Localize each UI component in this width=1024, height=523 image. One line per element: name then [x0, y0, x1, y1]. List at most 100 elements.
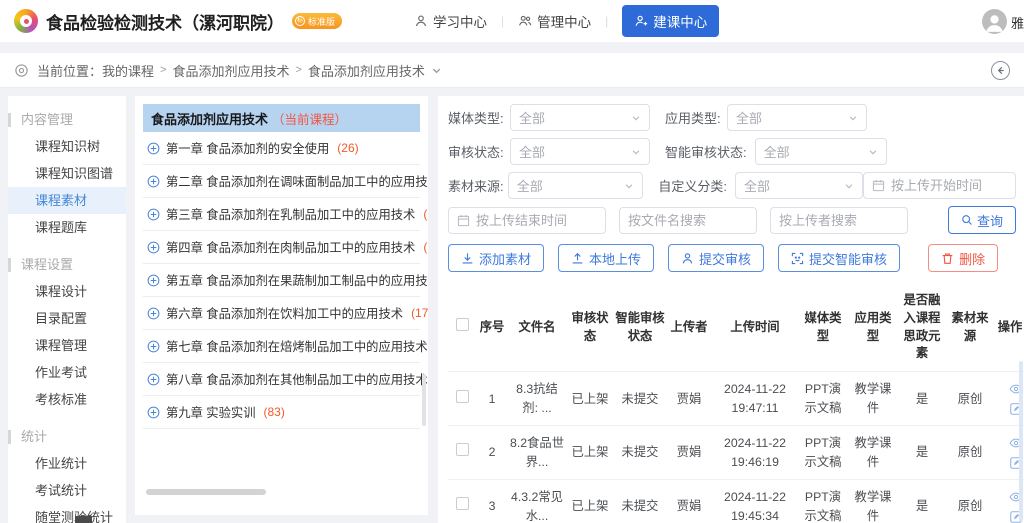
horizontal-scrollbar[interactable] — [146, 489, 266, 495]
row-checkbox[interactable] — [456, 497, 469, 510]
badge-medal-icon: 标 — [295, 16, 305, 26]
expand-plus-icon[interactable] — [147, 340, 160, 353]
nav-manage-center[interactable]: 管理中心 — [518, 11, 591, 31]
app-title: 食品检验检测技术（漯河职院） — [46, 9, 284, 34]
vertical-scrollbar[interactable] — [422, 374, 426, 426]
local-upload-button[interactable]: 本地上传 — [558, 244, 654, 272]
review-status-select[interactable]: 全部 — [510, 138, 650, 165]
media-type-select[interactable]: 全部 — [510, 104, 650, 131]
calendar-icon — [872, 179, 885, 192]
expand-plus-icon[interactable] — [147, 307, 160, 320]
cell-ideology: 是 — [898, 372, 946, 426]
select-all-checkbox[interactable] — [456, 318, 469, 331]
vertical-scrollbar[interactable] — [1019, 361, 1023, 521]
chapter-item-8[interactable]: 第八章 食品添加剂在其他制品加工中的应用技术 (114) — [143, 363, 420, 396]
download-icon — [461, 252, 474, 265]
expand-plus-icon[interactable] — [147, 274, 160, 287]
cell-review-status: 已上架 — [566, 426, 614, 480]
chapter-item-6[interactable]: 第六章 食品添加剂在饮料加工中的应用技术 (179) — [143, 297, 420, 330]
back-button[interactable] — [991, 61, 1010, 80]
upload-start-date-input[interactable] — [863, 172, 1016, 199]
filter-label-app-type: 应用类型: — [665, 108, 727, 127]
face-scan-icon — [791, 252, 804, 265]
cell-filename[interactable]: 4.3.2常见水... — [508, 480, 566, 523]
chevron-down-icon — [631, 113, 641, 123]
chevron-down-icon — [631, 147, 641, 157]
avatar[interactable] — [982, 9, 1007, 34]
sidebar-item-course-management[interactable]: 课程管理 — [8, 332, 126, 359]
user-name: 雅 — [1011, 13, 1024, 32]
sidebar-item-knowledge-graph[interactable]: 课程知识图谱 — [8, 160, 126, 187]
cell-app-type: 教学课件 — [848, 426, 898, 480]
sidebar-section-statistics: 统计 — [8, 430, 126, 444]
custom-category-select[interactable]: 全部 — [735, 172, 863, 199]
submit-review-button[interactable]: 提交审核 — [668, 244, 764, 272]
sidebar-item-exam-stats[interactable]: 考试统计 — [8, 477, 126, 504]
current-course-header[interactable]: 食品添加剂应用技术 （当前课程） — [143, 104, 420, 132]
breadcrumb-prefix: 当前位置： — [37, 61, 102, 80]
breadcrumb-chevron-down-icon[interactable] — [431, 65, 442, 76]
nav-divider: | — [605, 14, 608, 28]
chapter-item-4[interactable]: 第四章 食品添加剂在肉制品加工中的应用技术 (79) — [143, 231, 420, 264]
manage-center-icon — [518, 14, 532, 28]
chapter-item-1[interactable]: 第一章 食品添加剂的安全使用 (26) — [143, 132, 420, 165]
expand-plus-icon[interactable] — [147, 175, 160, 188]
sidebar-item-course-design[interactable]: 课程设计 — [8, 278, 126, 305]
sidebar-item-catalog-config[interactable]: 目录配置 — [8, 305, 126, 332]
row-checkbox[interactable] — [456, 390, 469, 403]
calendar-icon — [457, 214, 470, 227]
breadcrumb-item-my-courses[interactable]: 我的课程 — [102, 61, 154, 80]
row-checkbox[interactable] — [456, 443, 469, 456]
cell-smart-review: 未提交 — [614, 426, 666, 480]
col-header-media-type: 媒体类型 — [798, 284, 848, 372]
breadcrumb-item-course[interactable]: 食品添加剂应用技术 — [172, 61, 289, 80]
sidebar-item-quiz-stats[interactable]: 随堂测验统计 — [8, 504, 126, 523]
expand-plus-icon[interactable] — [147, 142, 160, 155]
learning-center-icon — [414, 14, 428, 28]
sidebar-item-course-materials[interactable]: 课程素材 — [8, 187, 126, 214]
materials-panel: 媒体类型: 全部 应用类型: 全部 审核状态: 全部 智能审核状态: 全部 素材… — [438, 96, 1024, 523]
chapter-item-3[interactable]: 第三章 食品添加剂在乳制品加工中的应用技术 (122) — [143, 198, 420, 231]
query-button[interactable]: 查询 — [948, 206, 1016, 234]
delete-button[interactable]: 删除 — [928, 244, 998, 272]
breadcrumb-bar: 当前位置： 我的课程 > 食品添加剂应用技术 > 食品添加剂应用技术 — [0, 52, 1024, 88]
material-source-select[interactable]: 全部 — [508, 172, 644, 199]
cell-smart-review: 未提交 — [614, 372, 666, 426]
cell-app-type: 教学课件 — [848, 372, 898, 426]
clipped-element — [75, 516, 92, 523]
material-count: (26) — [337, 141, 358, 155]
expand-plus-icon[interactable] — [147, 241, 160, 254]
top-bar: 食品检验检测技术（漯河职院） 标 标准版 学习中心 | 管理中心 | 建课中心 … — [0, 0, 1024, 42]
cell-filename[interactable]: 8.3抗结剂: ... — [508, 372, 566, 426]
person-check-icon — [681, 252, 694, 265]
chapter-item-9[interactable]: 第九章 实验实训 (83) — [143, 396, 420, 429]
sidebar-item-assessment-standard[interactable]: 考核标准 — [8, 386, 126, 413]
sidebar-item-homework-stats[interactable]: 作业统计 — [8, 450, 126, 477]
upload-end-date-input[interactable] — [448, 207, 606, 234]
nav-course-builder[interactable]: 建课中心 — [622, 5, 719, 37]
sidebar-item-homework-exam[interactable]: 作业考试 — [8, 359, 126, 386]
nav-learning-center[interactable]: 学习中心 — [414, 11, 487, 31]
expand-plus-icon[interactable] — [147, 373, 160, 386]
material-count: (179) — [411, 306, 428, 320]
cell-media-type: PPT演示文稿 — [798, 372, 848, 426]
filename-search-input[interactable] — [619, 207, 757, 234]
smart-review-status-select[interactable]: 全部 — [755, 138, 887, 165]
cell-filename[interactable]: 8.2食品世界... — [508, 426, 566, 480]
uploader-search-input[interactable] — [770, 207, 908, 234]
add-material-button[interactable]: 添加素材 — [448, 244, 544, 272]
course-builder-icon — [634, 14, 648, 28]
breadcrumb-item-current[interactable]: 食品添加剂应用技术 — [308, 61, 425, 80]
app-type-select[interactable]: 全部 — [727, 104, 867, 131]
back-arrow-icon — [995, 65, 1006, 76]
submit-smart-review-button[interactable]: 提交智能审核 — [778, 244, 900, 272]
chapter-item-2[interactable]: 第二章 食品添加剂在调味面制品加工中的应用技术 (61) — [143, 165, 420, 198]
edition-badge: 标 标准版 — [292, 13, 342, 29]
expand-plus-icon[interactable] — [147, 406, 160, 419]
sidebar-section-content-management: 内容管理 — [8, 113, 126, 127]
sidebar-item-knowledge-tree[interactable]: 课程知识树 — [8, 133, 126, 160]
sidebar-item-question-bank[interactable]: 课程题库 — [8, 214, 126, 241]
expand-plus-icon[interactable] — [147, 208, 160, 221]
chapter-item-7[interactable]: 第七章 食品添加剂在焙烤制品加工中的应用技术 (49) — [143, 330, 420, 363]
chapter-item-5[interactable]: 第五章 食品添加剂在果蔬制加工制品中的应用技术 (76) — [143, 264, 420, 297]
